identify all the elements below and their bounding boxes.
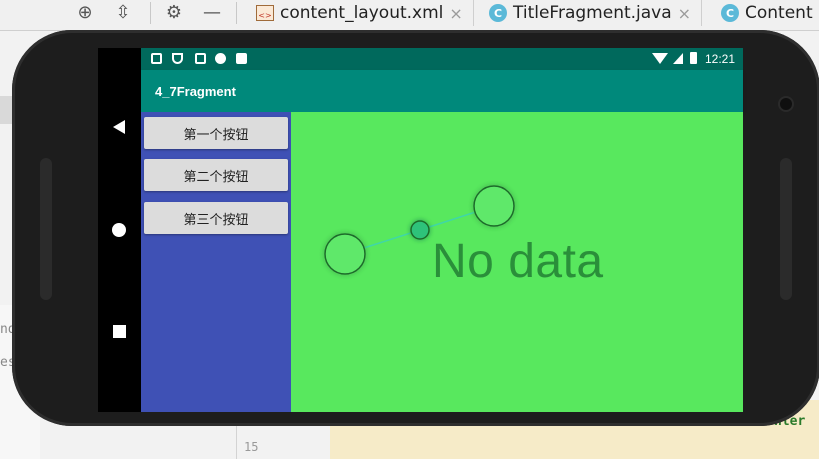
tab-content-layout-xml[interactable]: <> content_layout.xml × <box>238 0 474 26</box>
java-class-icon: C <box>489 4 507 22</box>
toolbar-divider <box>150 2 151 24</box>
empty-state-text: No data <box>432 235 604 288</box>
tab-content[interactable]: C Content <box>713 0 813 26</box>
collapse-icon[interactable]: ⇳ <box>111 0 135 24</box>
close-icon[interactable]: × <box>449 4 462 23</box>
java-class-icon: C <box>721 4 739 22</box>
notification-icon <box>172 53 183 64</box>
ide-toolbar: ⊕ ⇳ ⚙ — <> content_layout.xml × C TitleF… <box>0 0 819 31</box>
close-icon[interactable]: × <box>678 4 691 23</box>
gear-icon[interactable]: ⚙ <box>162 0 186 24</box>
first-button[interactable]: 第一个按钮 <box>144 117 288 149</box>
battery-icon <box>690 52 697 64</box>
tab-label: content_layout.xml <box>280 3 444 23</box>
third-button[interactable]: 第三个按钮 <box>144 202 288 234</box>
speaker-grille <box>40 158 52 300</box>
minimize-icon[interactable]: — <box>200 0 224 24</box>
target-icon[interactable]: ⊕ <box>73 0 97 24</box>
line-number: 15 <box>244 440 259 454</box>
node-circle <box>473 185 515 227</box>
toolbar-divider <box>236 2 237 24</box>
home-icon[interactable] <box>112 223 126 237</box>
wifi-icon <box>652 53 668 64</box>
app-title: 4_7Fragment <box>155 84 236 99</box>
node-circle <box>324 233 366 275</box>
tab-label: Content <box>745 3 813 23</box>
node-circle <box>410 220 430 240</box>
recent-apps-icon[interactable] <box>113 325 126 338</box>
xml-file-icon: <> <box>256 5 274 21</box>
notification-icon <box>215 53 226 64</box>
notification-icon <box>151 53 162 64</box>
signal-icon <box>673 53 683 64</box>
back-icon[interactable] <box>113 120 125 134</box>
tab-label: TitleFragment.java <box>513 3 672 23</box>
sd-card-icon <box>236 53 247 64</box>
speaker-grille <box>780 158 792 300</box>
camera-icon <box>780 98 792 110</box>
tab-titlefragment-java[interactable]: C TitleFragment.java × <box>481 0 703 26</box>
notification-icon <box>195 53 206 64</box>
second-button[interactable]: 第二个按钮 <box>144 159 288 191</box>
status-time: 12:21 <box>705 52 736 66</box>
title-fragment <box>141 112 291 412</box>
